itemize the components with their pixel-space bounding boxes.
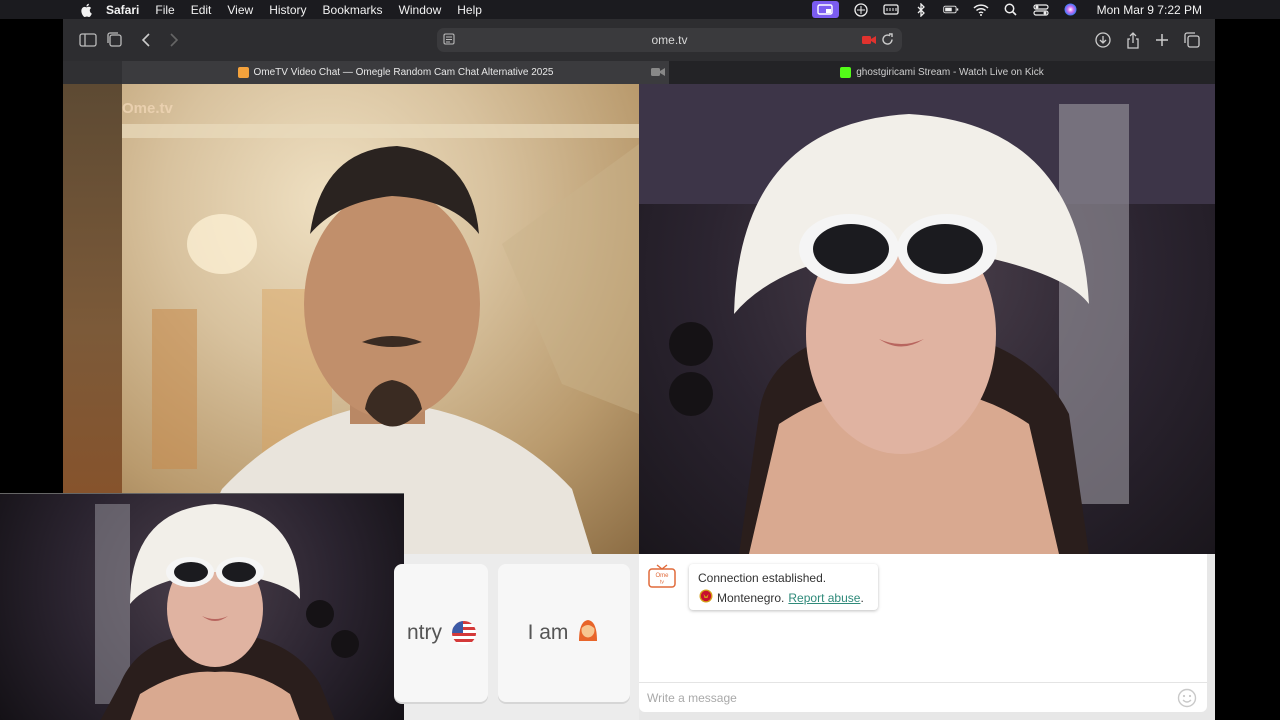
message-input[interactable] xyxy=(647,689,1167,707)
page-left-edge xyxy=(63,84,122,494)
keyboard-icon[interactable] xyxy=(882,4,899,16)
emoji-icon[interactable] xyxy=(1177,688,1197,713)
sidebar-icon[interactable] xyxy=(78,30,98,50)
camera-recording-icon[interactable] xyxy=(862,34,876,48)
menu-history[interactable]: History xyxy=(269,3,306,17)
siri-icon[interactable] xyxy=(1063,3,1079,16)
stranger-video: Ome.tv xyxy=(122,84,639,554)
montenegro-flag-icon xyxy=(699,589,713,606)
tab-bar: OmeTV Video Chat — Omegle Random Cam Cha… xyxy=(63,61,1215,84)
bluetooth-icon[interactable] xyxy=(913,2,929,17)
browser-toolbar: ome.tv xyxy=(63,19,1215,61)
tab-overview-icon[interactable] xyxy=(1182,30,1202,50)
chat-box: Ome tv Connection established. Montenegro… xyxy=(639,554,1207,712)
menu-app-name[interactable]: Safari xyxy=(106,3,139,17)
tab-kick[interactable]: ghostgiricami Stream - Watch Live on Kic… xyxy=(651,61,1215,84)
country-filter-label: ntry xyxy=(406,621,442,644)
gender-filter-label: I am xyxy=(527,621,569,644)
chat-panel: Ome tv Connection established. Montenegro… xyxy=(639,554,1215,720)
menu-edit[interactable]: Edit xyxy=(191,3,212,17)
ometv-logo-icon: Ome tv xyxy=(648,564,676,588)
tab-title: OmeTV Video Chat — Omegle Random Cam Cha… xyxy=(253,67,554,78)
page-menu-icon[interactable] xyxy=(443,33,455,48)
menu-help[interactable]: Help xyxy=(457,3,482,17)
share-icon[interactable] xyxy=(1123,30,1143,50)
apple-icon[interactable] xyxy=(79,3,93,17)
gender-filter-button[interactable]: I am xyxy=(498,564,630,702)
filter-panel: ntry I am xyxy=(394,554,639,720)
menu-view[interactable]: View xyxy=(227,3,253,17)
stranger-location-line: Montenegro. Report abuse. xyxy=(699,589,864,606)
tab-bar-spacer xyxy=(63,61,122,84)
reload-icon[interactable] xyxy=(881,33,894,49)
self-preview-frame xyxy=(95,504,359,720)
screen-share-icon[interactable] xyxy=(811,1,839,18)
system-message-bubble: Connection established. Montenegro. Repo… xyxy=(689,564,878,610)
my-video-frame xyxy=(639,84,1215,554)
svg-text:Ome: Ome xyxy=(655,573,669,579)
vpn-icon[interactable] xyxy=(853,2,869,17)
stranger-video-frame xyxy=(122,124,639,554)
menu-bookmarks[interactable]: Bookmarks xyxy=(323,3,383,17)
camera-in-use-icon[interactable] xyxy=(651,67,665,80)
menu-file[interactable]: File xyxy=(155,3,174,17)
forward-icon[interactable] xyxy=(164,30,184,50)
url-text: ome.tv xyxy=(651,33,688,47)
connection-status-text: Connection established. xyxy=(698,571,827,585)
battery-icon[interactable] xyxy=(942,4,959,16)
tab-group-icon[interactable] xyxy=(105,30,125,50)
desktop-background-right xyxy=(1215,19,1280,720)
my-video xyxy=(639,84,1215,554)
wifi-icon[interactable] xyxy=(973,3,989,16)
svg-text:tv: tv xyxy=(660,580,664,586)
report-abuse-link[interactable]: Report abuse xyxy=(788,591,860,605)
menubar-clock[interactable]: Mon Mar 9 7:22 PM xyxy=(1097,3,1202,17)
report-suffix: . xyxy=(860,590,864,605)
tab-title: ghostgiricami Stream - Watch Live on Kic… xyxy=(856,67,1044,78)
address-bar[interactable]: ome.tv xyxy=(437,28,902,52)
control-center-icon[interactable] xyxy=(1033,3,1049,16)
message-input-row xyxy=(639,682,1207,712)
back-icon[interactable] xyxy=(136,30,156,50)
kick-favicon xyxy=(840,67,852,78)
country-filter-button[interactable]: ntry xyxy=(394,564,488,702)
stranger-country: Montenegro. xyxy=(717,590,785,605)
us-flag-icon xyxy=(452,621,476,645)
self-preview-video xyxy=(0,493,404,720)
woman-avatar-icon xyxy=(576,617,600,649)
downloads-icon[interactable] xyxy=(1093,30,1113,50)
ometv-watermark: Ome.tv xyxy=(122,100,173,117)
menu-bar: Safari File Edit View History Bookmarks … xyxy=(0,0,1280,19)
tab-ometv[interactable]: OmeTV Video Chat — Omegle Random Cam Cha… xyxy=(122,61,669,84)
menu-window[interactable]: Window xyxy=(399,3,442,17)
ometv-favicon xyxy=(237,67,249,78)
search-icon[interactable] xyxy=(1003,3,1019,16)
new-tab-icon[interactable] xyxy=(1152,30,1172,50)
